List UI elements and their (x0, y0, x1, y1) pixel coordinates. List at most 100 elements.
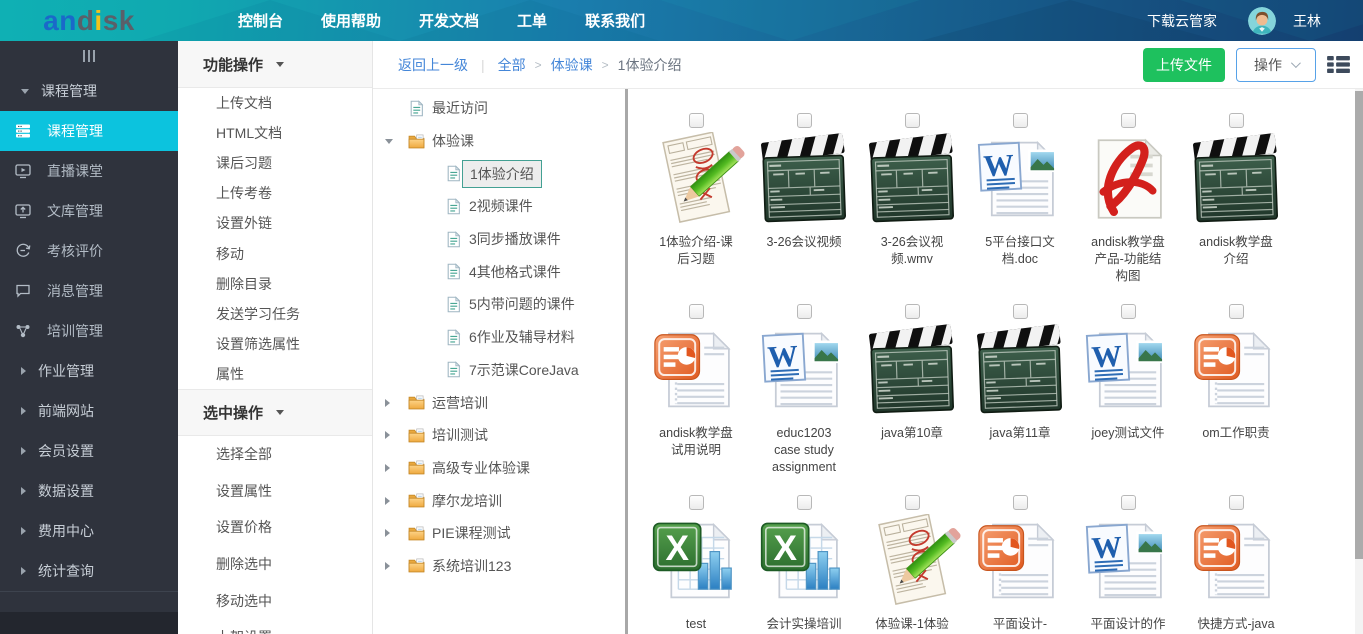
menu-item[interactable]: 课后习题 (178, 148, 372, 178)
sidebar-item[interactable]: 直播课堂 (0, 151, 178, 191)
file-checkbox[interactable] (1229, 495, 1244, 510)
menu-item[interactable]: 设置外链 (178, 208, 372, 238)
sidebar-group[interactable]: 费用中心 (0, 511, 178, 551)
menu-item[interactable]: 删除选中 (178, 546, 372, 583)
menu-item[interactable]: 删除目录 (178, 269, 372, 299)
scrollbar[interactable] (1355, 89, 1363, 634)
file-item[interactable]: 1体验介绍-课后习题 (642, 113, 750, 304)
tree-node[interactable]: 系统培训123 (373, 550, 625, 583)
tree-node[interactable]: 2视频课件 (373, 190, 625, 223)
file-item[interactable]: 平面设计的作 (1074, 495, 1182, 634)
file-checkbox[interactable] (1121, 113, 1136, 128)
menu-item[interactable]: 上架设置 (178, 619, 372, 634)
top-nav-item[interactable]: 开发文档 (419, 10, 479, 31)
tree-node[interactable]: 6作业及辅导材料 (373, 321, 625, 354)
avatar[interactable] (1248, 7, 1276, 35)
scrollbar-thumb[interactable] (1355, 91, 1363, 559)
menu-item[interactable]: HTML文档 (178, 118, 372, 148)
download-cloud-manager-link[interactable]: 下载云管家 (1147, 11, 1217, 31)
tree-node[interactable]: 高级专业体验课 (373, 452, 625, 485)
file-checkbox[interactable] (905, 113, 920, 128)
sidebar-item[interactable]: 考核评价 (0, 231, 178, 271)
tree-node[interactable]: 4其他格式课件 (373, 255, 625, 288)
file-item[interactable]: test (642, 495, 750, 634)
sidebar-group[interactable]: 数据设置 (0, 471, 178, 511)
top-nav-item[interactable]: 控制台 (238, 10, 283, 31)
upload-file-button[interactable]: 上传文件 (1143, 48, 1225, 82)
file-item[interactable]: 3-26会议视频.wmv (858, 113, 966, 304)
tree-expander-right-icon[interactable] (385, 529, 408, 537)
file-checkbox[interactable] (797, 304, 812, 319)
file-item[interactable]: 会计实操培训 (750, 495, 858, 634)
sidebar-group[interactable]: 作业管理 (0, 351, 178, 391)
file-item[interactable]: 3-26会议视频 (750, 113, 858, 304)
tree-expander-right-icon[interactable] (385, 399, 408, 407)
file-item[interactable]: 平面设计- (966, 495, 1074, 634)
menu-item[interactable]: 发送学习任务 (178, 299, 372, 329)
breadcrumb-folder[interactable]: 体验课 (551, 55, 593, 75)
top-nav-item[interactable]: 联系我们 (585, 10, 645, 31)
menu-item[interactable]: 属性 (178, 359, 372, 389)
sidebar-group[interactable]: 前端网站 (0, 391, 178, 431)
tree-expander-right-icon[interactable] (385, 464, 408, 472)
sidebar-item[interactable]: 课程管理 (0, 111, 178, 151)
file-checkbox[interactable] (1013, 113, 1028, 128)
file-item[interactable]: educ1203 case study assignment (750, 304, 858, 495)
file-checkbox[interactable] (1121, 495, 1136, 510)
file-checkbox[interactable] (689, 113, 704, 128)
back-to-parent-link[interactable]: 返回上一级 (398, 55, 468, 75)
menu-item[interactable]: 移动 (178, 238, 372, 268)
username[interactable]: 王林 (1293, 11, 1321, 31)
sidebar-group[interactable]: 会员设置 (0, 431, 178, 471)
file-checkbox[interactable] (1121, 304, 1136, 319)
file-item[interactable]: 快捷方式-java (1182, 495, 1290, 634)
breadcrumb-root[interactable]: 全部 (498, 55, 526, 75)
tree-node[interactable]: 培训测试 (373, 419, 625, 452)
menu-item[interactable]: 上传文档 (178, 88, 372, 118)
file-item[interactable]: joey测试文件 (1074, 304, 1182, 495)
file-item[interactable]: andisk教学盘介绍 (1182, 113, 1290, 304)
file-checkbox[interactable] (1013, 304, 1028, 319)
sidebar-item[interactable]: 培训管理 (0, 311, 178, 351)
sidebar-group[interactable]: 课程管理 (0, 71, 178, 111)
file-checkbox[interactable] (689, 495, 704, 510)
top-nav-item[interactable]: 使用帮助 (321, 10, 381, 31)
menu-item[interactable]: 移动选中 (178, 582, 372, 619)
menu-item[interactable]: 设置属性 (178, 473, 372, 510)
tree-node[interactable]: 体验课 (373, 125, 625, 158)
tree-expander-right-icon[interactable] (385, 431, 408, 439)
tree-node[interactable]: 运营培训 (373, 386, 625, 419)
sidebar-group[interactable]: 统计查询 (0, 551, 178, 591)
panel-section-header[interactable]: 选中操作 (178, 389, 372, 436)
file-item[interactable]: 体验课-1体验 (858, 495, 966, 634)
tree-node[interactable]: 7示范课CoreJava (373, 354, 625, 387)
tree-node[interactable]: 最近访问 (373, 92, 625, 125)
file-checkbox[interactable] (905, 304, 920, 319)
list-view-icon[interactable] (1327, 55, 1350, 74)
file-item[interactable]: java第10章 (858, 304, 966, 495)
menu-item[interactable]: 设置筛选属性 (178, 329, 372, 359)
sidebar-collapse-button[interactable] (0, 41, 178, 71)
tree-expander-right-icon[interactable] (385, 497, 408, 505)
file-checkbox[interactable] (689, 304, 704, 319)
tree-node[interactable]: 3同步播放课件 (373, 223, 625, 256)
file-checkbox[interactable] (797, 113, 812, 128)
file-checkbox[interactable] (1229, 304, 1244, 319)
file-item[interactable]: om工作职责 (1182, 304, 1290, 495)
file-checkbox[interactable] (797, 495, 812, 510)
menu-item[interactable]: 上传考卷 (178, 178, 372, 208)
panel-section-header[interactable]: 功能操作 (178, 41, 372, 88)
menu-item[interactable]: 选择全部 (178, 436, 372, 473)
tree-node[interactable]: 1体验介绍 (373, 157, 625, 190)
file-checkbox[interactable] (1013, 495, 1028, 510)
file-item[interactable]: andisk教学盘产品-功能结构图 (1074, 113, 1182, 304)
file-item[interactable]: andisk教学盘试用说明 (642, 304, 750, 495)
menu-item[interactable]: 设置价格 (178, 509, 372, 546)
logo[interactable]: andisk (0, 5, 178, 37)
file-checkbox[interactable] (905, 495, 920, 510)
sidebar-item[interactable]: 消息管理 (0, 271, 178, 311)
file-checkbox[interactable] (1229, 113, 1244, 128)
file-item[interactable]: 5平台接口文档.doc (966, 113, 1074, 304)
tree-node[interactable]: 摩尔龙培训 (373, 484, 625, 517)
tree-expander-right-icon[interactable] (385, 562, 408, 570)
